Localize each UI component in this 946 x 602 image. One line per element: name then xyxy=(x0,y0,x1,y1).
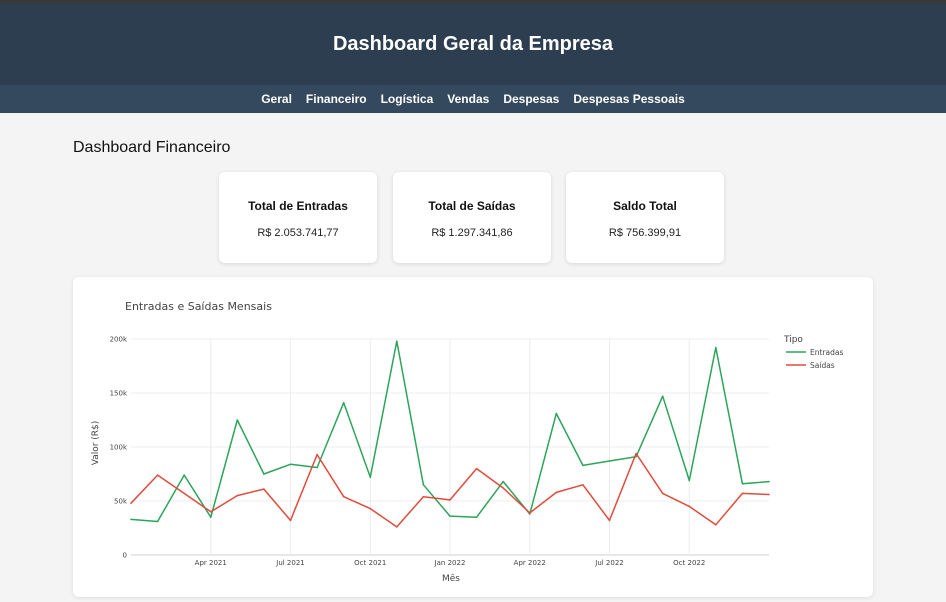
card-title: Total de Entradas xyxy=(248,199,348,213)
data-point-saidas xyxy=(316,453,318,456)
data-point-entradas xyxy=(156,520,159,523)
x-tick-label: Apr 2021 xyxy=(195,559,227,567)
data-point-saidas xyxy=(183,492,185,495)
data-point-entradas xyxy=(210,516,212,518)
line-chart[interactable]: Entradas e Saídas Mensais 0 50k 100k 150k 20… xyxy=(73,277,873,597)
legend-title: Tipo xyxy=(783,335,803,345)
x-axis-ticks: Apr 2021 Jul 2021 Oct 2021 Jan 2022 Apr 2022… xyxy=(195,559,706,567)
nav-item-despesas[interactable]: Despesas xyxy=(503,92,559,106)
x-tick-label: Jan 2022 xyxy=(434,559,466,567)
page-title: Dashboard Financeiro xyxy=(73,139,231,156)
y-axis-ticks: 0 50k 100k 150k 200k xyxy=(110,336,128,560)
data-point-saidas xyxy=(289,519,292,522)
data-point-entradas xyxy=(502,480,505,483)
data-point-saidas xyxy=(369,507,372,510)
data-point-saidas xyxy=(661,492,664,495)
y-tick-label: 200k xyxy=(110,336,128,344)
data-point-entradas xyxy=(608,460,611,462)
data-point-entradas xyxy=(449,515,451,517)
data-point-entradas xyxy=(661,395,664,397)
site-header: Dashboard Geral da Empresa xyxy=(0,4,946,85)
data-point-saidas xyxy=(608,519,611,522)
site-title: Dashboard Geral da Empresa xyxy=(332,33,614,55)
card-value: R$ 2.053.741,77 xyxy=(257,227,339,239)
data-point-saidas xyxy=(236,494,239,497)
data-point-saidas xyxy=(449,499,451,501)
data-point-entradas xyxy=(289,463,292,466)
y-axis-label: Valor (R$) xyxy=(91,421,101,466)
nav-item-vendas[interactable]: Vendas xyxy=(447,92,489,106)
nav-item-despesas-pessoais[interactable]: Despesas Pessoais xyxy=(573,92,684,106)
data-point-entradas xyxy=(236,419,239,421)
data-point-entradas xyxy=(741,482,744,485)
data-point-saidas xyxy=(396,526,398,528)
main-nav: Geral Financeiro Logística Vendas Despes… xyxy=(0,85,946,113)
y-tick-label: 100k xyxy=(110,444,128,452)
card-total-saidas: Total de Saídas R$ 1.297.341,86 xyxy=(393,172,551,263)
data-point-entradas xyxy=(316,466,318,469)
data-point-entradas xyxy=(768,480,770,483)
legend-item-entradas[interactable]: Entradas xyxy=(810,348,843,357)
data-point-saidas xyxy=(715,524,717,526)
card-value: R$ 756.399,91 xyxy=(608,227,682,239)
data-point-saidas xyxy=(555,491,558,494)
data-point-entradas xyxy=(369,476,372,478)
data-point-entradas xyxy=(688,479,691,482)
chart-title: Entradas e Saídas Mensais xyxy=(125,300,272,313)
nav-item-logistica[interactable]: Logística xyxy=(381,92,434,106)
x-tick-label: Oct 2021 xyxy=(354,559,386,567)
chart-card: Entradas e Saídas Mensais 0 50k 100k 150k 20… xyxy=(73,277,873,597)
y-tick-label: 0 xyxy=(123,552,127,560)
x-tick-label: Apr 2022 xyxy=(514,559,546,567)
chart-legend: Tipo Entradas Saídas xyxy=(783,335,843,370)
data-point-saidas xyxy=(582,484,584,486)
y-tick-label: 150k xyxy=(110,390,128,398)
nav-item-financeiro[interactable]: Financeiro xyxy=(306,92,367,106)
card-total-entradas: Total de Entradas R$ 2.053.741,77 xyxy=(219,172,377,263)
legend-item-saidas[interactable]: Saídas xyxy=(810,361,835,370)
data-point-saidas xyxy=(342,495,345,498)
x-axis-label: Mês xyxy=(442,573,460,584)
data-point-entradas xyxy=(475,516,478,518)
data-point-entradas xyxy=(396,340,398,342)
data-point-saidas xyxy=(475,467,478,470)
data-point-entradas xyxy=(555,412,558,415)
data-point-entradas xyxy=(130,518,132,521)
x-tick-label: Jul 2022 xyxy=(594,559,624,567)
card-title: Total de Saídas xyxy=(428,199,516,213)
data-point-saidas xyxy=(263,488,265,490)
data-point-saidas xyxy=(768,493,770,496)
data-point-saidas xyxy=(635,452,637,455)
data-point-saidas xyxy=(210,511,212,513)
x-tick-label: Oct 2022 xyxy=(673,559,705,567)
data-point-saidas xyxy=(422,495,425,498)
data-point-entradas xyxy=(263,473,265,475)
x-tick-label: Jul 2021 xyxy=(275,559,305,567)
nav-item-geral[interactable]: Geral xyxy=(261,92,292,106)
data-point-entradas xyxy=(183,474,185,476)
data-point-entradas xyxy=(342,401,345,404)
card-title: Saldo Total xyxy=(613,199,677,213)
data-point-saidas xyxy=(502,487,505,489)
data-point-entradas xyxy=(715,346,717,349)
data-point-saidas xyxy=(741,492,744,495)
chart-grid xyxy=(131,338,769,556)
data-point-saidas xyxy=(130,502,132,504)
card-value: R$ 1.297.341,86 xyxy=(431,227,513,239)
data-point-entradas xyxy=(582,464,584,467)
data-point-saidas xyxy=(688,505,691,508)
data-point-saidas xyxy=(156,474,159,476)
card-saldo-total: Saldo Total R$ 756.399,91 xyxy=(566,172,724,263)
data-point-saidas xyxy=(529,512,531,514)
y-tick-label: 50k xyxy=(114,498,128,506)
data-point-entradas xyxy=(422,484,425,486)
